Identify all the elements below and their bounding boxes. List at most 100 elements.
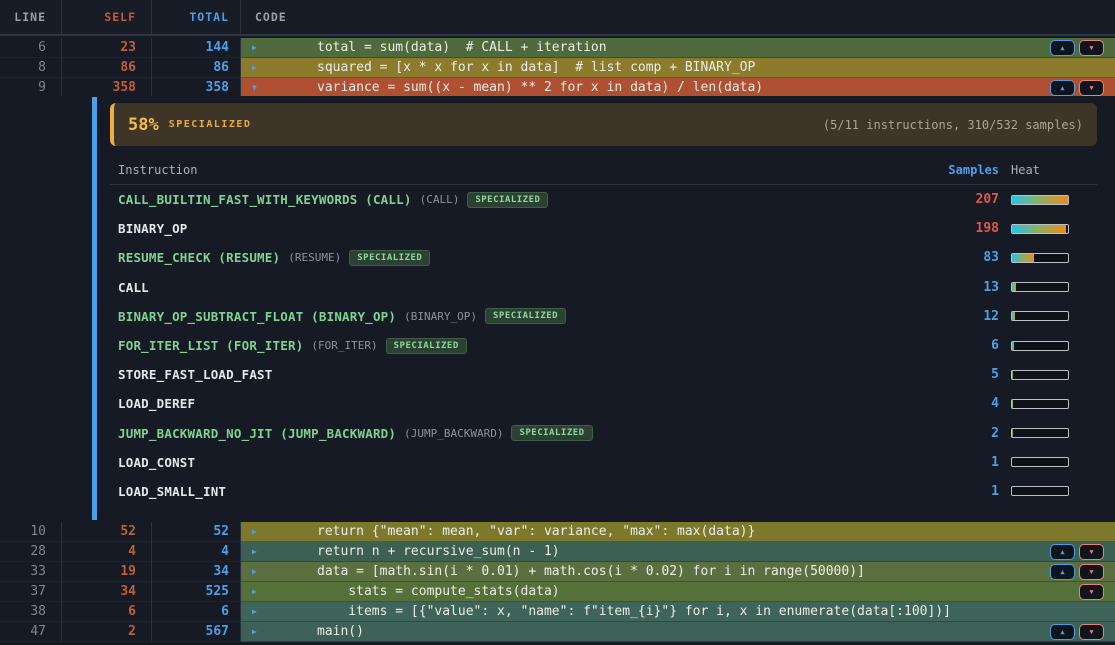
instruction-row: BINARY_OP_SUBTRACT_FLOAT (BINARY_OP)(BIN… — [110, 302, 1097, 331]
jump-up-button[interactable]: ▲ — [1050, 564, 1075, 580]
code-row: 9358358▼variance = sum((x - mean) ** 2 f… — [0, 78, 1115, 98]
instruction-name: BINARY_OP_SUBTRACT_FLOAT (BINARY_OP) — [118, 309, 396, 324]
base-opcode: (JUMP_BACKWARD) — [404, 427, 503, 440]
sample-count: 1 — [879, 484, 999, 499]
code-rows-top: 623144 ▶total = sum(data) # CALL + iterat… — [0, 38, 1115, 98]
instruction-name-cell: STORE_FAST_LOAD_FAST — [110, 367, 879, 382]
code-cell: ▶main()▲▼ — [241, 622, 1115, 642]
heat-bar-fill — [1012, 400, 1013, 408]
expand-arrow-icon[interactable]: ▶ — [252, 38, 257, 58]
self-samples: 23 — [62, 38, 152, 58]
specialized-badge: SPECIALIZED — [386, 338, 467, 354]
heat-bar-track — [1011, 341, 1069, 351]
expand-arrow-icon[interactable]: ▶ — [252, 58, 257, 78]
code-text: total = sum(data) # CALL + iteration — [241, 38, 1115, 58]
total-samples: 4 — [152, 542, 241, 562]
line-number: 9 — [0, 78, 62, 98]
jump-down-button[interactable]: ▼ — [1079, 584, 1104, 600]
profiler-window: LINE SELF TOTAL CODE 623144▶total = sum(… — [0, 0, 1115, 645]
total-samples: 525 — [152, 582, 241, 602]
jump-down-button[interactable]: ▼ — [1079, 564, 1104, 580]
jump-up-button[interactable]: ▲ — [1050, 80, 1075, 96]
self-samples: 4 — [62, 542, 152, 562]
sample-count: 6 — [879, 338, 999, 353]
total-samples: 144 — [152, 38, 241, 58]
code-text: items = [{"value": x, "name": f"item_{i}… — [241, 602, 1115, 622]
instruction-name-cell: CALL_BUILTIN_FAST_WITH_KEYWORDS (CALL)(C… — [110, 192, 879, 208]
instruction-name: RESUME_CHECK (RESUME) — [118, 250, 280, 265]
expand-arrow-icon[interactable]: ▶ — [252, 542, 257, 562]
code-row: 105252▶return {"mean": mean, "var": vari… — [0, 522, 1115, 542]
heat-bar-track — [1011, 311, 1069, 321]
self-samples: 52 — [62, 522, 152, 542]
self-samples: 2 — [62, 622, 152, 642]
instruction-name-cell: LOAD_DEREF — [110, 396, 879, 411]
instruction-name: LOAD_SMALL_INT — [118, 484, 226, 499]
heat-bar-fill — [1012, 283, 1016, 291]
self-samples: 86 — [62, 58, 152, 78]
row-nav-buttons: ▲▼ — [1050, 564, 1104, 580]
jump-down-button[interactable]: ▼ — [1079, 40, 1104, 56]
self-samples: 358 — [62, 78, 152, 98]
column-header-total: TOTAL — [152, 0, 241, 34]
code-row: 623144 ▶total = sum(data) # CALL + iterat… — [0, 38, 1115, 58]
sample-count: 1 — [879, 455, 999, 470]
specialized-badge: SPECIALIZED — [349, 250, 430, 266]
column-header-line: LINE — [0, 0, 62, 34]
sample-count: 198 — [879, 221, 999, 236]
heat-bar-track — [1011, 195, 1069, 205]
code-cell: ▶squared = [x * x for x in data] # list … — [241, 58, 1115, 78]
code-text: stats = compute_stats(data) — [241, 582, 1115, 602]
instruction-name-cell: RESUME_CHECK (RESUME)(RESUME)SPECIALIZED — [110, 250, 879, 266]
heat-bar-track — [1011, 457, 1069, 467]
sample-count: 13 — [879, 280, 999, 295]
code-text: data = [math.sin(i * 0.01) + math.cos(i … — [241, 562, 1115, 582]
instruction-row: LOAD_DEREF4 — [110, 389, 1097, 418]
collapse-arrow-icon[interactable]: ▼ — [252, 78, 257, 98]
expand-arrow-icon[interactable]: ▶ — [252, 582, 257, 602]
jump-down-button[interactable]: ▼ — [1079, 544, 1104, 560]
instruction-name: CALL_BUILTIN_FAST_WITH_KEYWORDS (CALL) — [118, 192, 412, 207]
line-number: 33 — [0, 562, 62, 582]
sample-count: 207 — [879, 192, 999, 207]
heat-bar-track — [1011, 224, 1069, 234]
code-cell: ▼variance = sum((x - mean) ** 2 for x in… — [241, 78, 1115, 98]
specialized-badge: SPECIALIZED — [485, 308, 566, 324]
jump-up-button[interactable]: ▲ — [1050, 624, 1075, 640]
expand-arrow-icon[interactable]: ▶ — [252, 602, 257, 622]
jump-down-button[interactable]: ▼ — [1079, 624, 1104, 640]
line-number: 37 — [0, 582, 62, 602]
samples-column-header: Samples — [879, 163, 999, 177]
instruction-name: LOAD_DEREF — [118, 396, 195, 411]
instruction-name: CALL — [118, 280, 149, 295]
row-nav-buttons: ▲▼ — [1050, 624, 1104, 640]
code-row: 3734525▶ stats = compute_stats(data)▼ — [0, 582, 1115, 602]
line-number: 8 — [0, 58, 62, 78]
code-text: squared = [x * x for x in data] # list c… — [241, 58, 1115, 78]
code-row: 88686▶squared = [x * x for x in data] # … — [0, 58, 1115, 78]
code-cell: ▶return {"mean": mean, "var": variance, … — [241, 522, 1115, 542]
code-cell: ▶ items = [{"value": x, "name": f"item_{… — [241, 602, 1115, 622]
instruction-name: FOR_ITER_LIST (FOR_ITER) — [118, 338, 303, 353]
instruction-row: CALL 13 — [110, 273, 1097, 302]
sample-count: 12 — [879, 309, 999, 324]
line-number: 28 — [0, 542, 62, 562]
line-number: 6 — [0, 38, 62, 58]
code-row: 331934▶data = [math.sin(i * 0.01) + math… — [0, 562, 1115, 582]
heat-cell — [999, 311, 1097, 321]
heat-bar-fill — [1012, 196, 1068, 204]
expand-arrow-icon[interactable]: ▶ — [252, 622, 257, 642]
jump-up-button[interactable]: ▲ — [1050, 40, 1075, 56]
heat-cell — [999, 195, 1097, 205]
jump-down-button[interactable]: ▼ — [1079, 80, 1104, 96]
jump-up-button[interactable]: ▲ — [1050, 544, 1075, 560]
instruction-row: LOAD_CONST1 — [110, 448, 1097, 477]
instruction-row: LOAD_SMALL_INT 1 — [110, 477, 1097, 506]
row-nav-buttons: ▲▼ — [1050, 544, 1104, 560]
expand-arrow-icon[interactable]: ▶ — [252, 522, 257, 542]
code-cell: ▶data = [math.sin(i * 0.01) + math.cos(i… — [241, 562, 1115, 582]
specialization-detail: (5/11 instructions, 310/532 samples) — [823, 118, 1083, 132]
base-opcode: (FOR_ITER) — [311, 339, 377, 352]
specialized-label: SPECIALIZED — [169, 119, 252, 130]
expand-arrow-icon[interactable]: ▶ — [252, 562, 257, 582]
